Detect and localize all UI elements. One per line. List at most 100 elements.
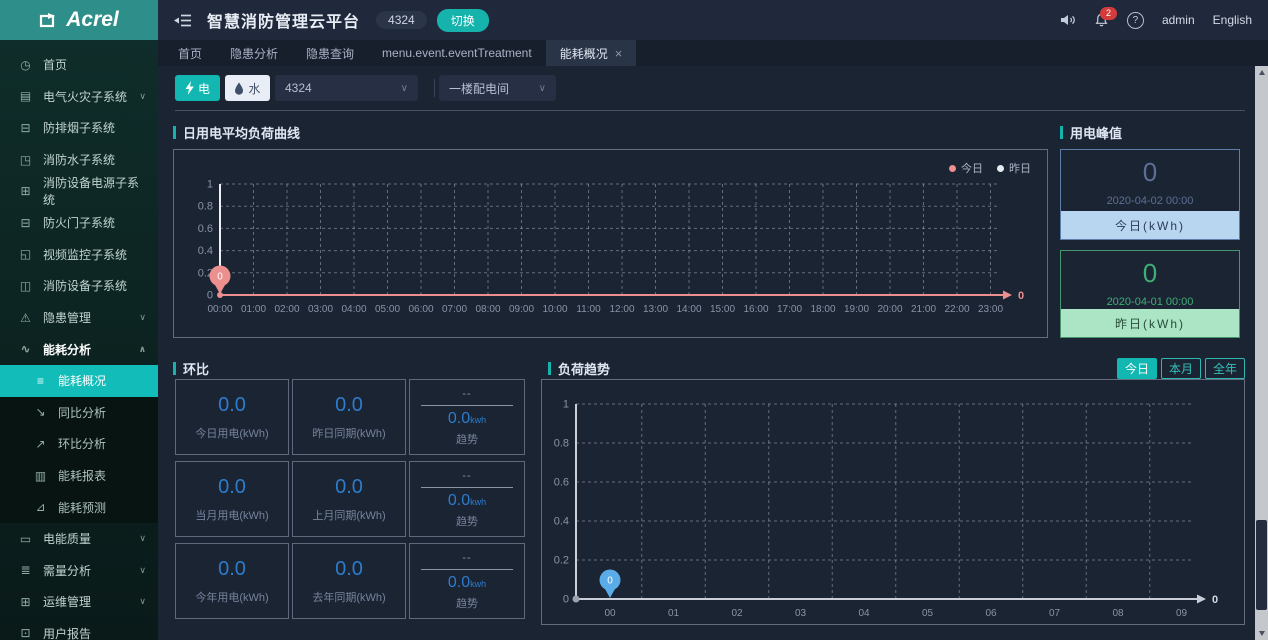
sidebar-item-运维管理[interactable]: ⊞运维管理∨ bbox=[0, 586, 158, 618]
sidebar-item-环比分析[interactable]: ↗环比分析 bbox=[0, 428, 158, 460]
scroll-up-button[interactable] bbox=[1255, 66, 1268, 79]
sidebar-item-消防水子系统[interactable]: ◳消防水子系统 bbox=[0, 144, 158, 176]
ring-label: 去年同期(kWh) bbox=[312, 589, 385, 605]
vertical-scrollbar[interactable] bbox=[1255, 66, 1268, 640]
notifications-bell[interactable]: 2 bbox=[1094, 13, 1109, 28]
trend-dash: -- bbox=[462, 470, 471, 482]
svg-text:0.6: 0.6 bbox=[198, 223, 213, 235]
sidebar-item-防排烟子系统[interactable]: ⊟防排烟子系统 bbox=[0, 112, 158, 144]
forecast-icon: ⊿ bbox=[33, 500, 48, 514]
svg-text:07: 07 bbox=[1049, 608, 1061, 619]
peak-today-value: 0 bbox=[1061, 157, 1239, 188]
svg-text:13:00: 13:00 bbox=[643, 304, 668, 315]
sidebar-item-消防设备电源子系统[interactable]: ⊞消防设备电源子系统 bbox=[0, 175, 158, 207]
sidebar-item-首页[interactable]: ◷首页 bbox=[0, 49, 158, 81]
sidebar-item-能耗分析[interactable]: ∿能耗分析∧ bbox=[0, 333, 158, 365]
sidebar-item-能耗概况[interactable]: ≡ 能耗概况 bbox=[0, 365, 158, 397]
trend-button-全年[interactable]: 全年 bbox=[1205, 358, 1245, 379]
electric-toggle-button[interactable]: 电 bbox=[175, 75, 220, 101]
filter-divider bbox=[434, 79, 435, 97]
station-badge: 4324 bbox=[376, 11, 427, 29]
tab-2[interactable]: 隐患查询 bbox=[292, 40, 368, 66]
speaker-icon[interactable] bbox=[1060, 13, 1076, 27]
sidebar-item-能耗预测[interactable]: ⊿能耗预测 bbox=[0, 491, 158, 523]
svg-text:17:00: 17:00 bbox=[777, 304, 802, 315]
app-root: Acrel 智慧消防管理云平台 4324 切换 2 ? admin bbox=[0, 0, 1268, 640]
sidebar-item-防火门子系统[interactable]: ⊟防火门子系统 bbox=[0, 207, 158, 239]
tab-3[interactable]: menu.event.eventTreatment bbox=[368, 40, 546, 66]
trend-unit: kwh bbox=[470, 497, 486, 507]
trend-unit: kwh bbox=[470, 415, 486, 425]
switch-button[interactable]: 切换 bbox=[437, 9, 489, 32]
username[interactable]: admin bbox=[1162, 13, 1195, 27]
peak-yesterday-label: 昨日(kWh) bbox=[1061, 309, 1239, 337]
demand-icon: ≣ bbox=[18, 563, 33, 577]
svg-text:0: 0 bbox=[1212, 594, 1218, 606]
sidebar-item-电气火灾子系统[interactable]: ▤电气火灾子系统∨ bbox=[0, 81, 158, 113]
water-toggle-button[interactable]: 水 bbox=[225, 75, 270, 101]
legend-item-今日[interactable]: 今日 bbox=[949, 160, 983, 176]
svg-text:10:00: 10:00 bbox=[542, 304, 567, 315]
title-accent-bar bbox=[1060, 126, 1063, 139]
trend-unit: kwh bbox=[470, 579, 486, 589]
tab-4[interactable]: 能耗概况× bbox=[546, 40, 637, 66]
daily-load-chart[interactable]: 00.20.40.60.81000:0001:0002:0003:0004:00… bbox=[174, 150, 1047, 337]
header-right: 2 ? admin English bbox=[1060, 12, 1252, 29]
overview-icon: ≡ bbox=[33, 374, 48, 388]
svg-text:04: 04 bbox=[858, 608, 870, 619]
water-system-icon: ◳ bbox=[18, 153, 33, 167]
language-switch[interactable]: English bbox=[1213, 13, 1252, 27]
trend-dash: -- bbox=[462, 552, 471, 564]
legend-label: 昨日 bbox=[1009, 160, 1031, 176]
tab-0[interactable]: 首页 bbox=[164, 40, 216, 66]
water-drop-icon bbox=[234, 82, 244, 95]
collapse-menu-icon[interactable] bbox=[174, 14, 191, 27]
sidebar-item-能耗报表[interactable]: ▥能耗报表 bbox=[0, 460, 158, 492]
close-tab-icon[interactable]: × bbox=[615, 46, 623, 61]
load-trend-chart[interactable]: 00.20.40.60.810000102030405060708090 bbox=[542, 380, 1244, 624]
sidebar-item-电能质量[interactable]: ▭电能质量∨ bbox=[0, 523, 158, 555]
svg-text:1: 1 bbox=[207, 179, 213, 191]
sidebar-submenu: ≡ 能耗概况 ↘同比分析↗环比分析▥能耗报表⊿能耗预测 bbox=[0, 365, 158, 523]
sidebar-item-隐患管理[interactable]: ⚠隐患管理∨ bbox=[0, 302, 158, 334]
room-select[interactable]: 一楼配电间 ∨ bbox=[439, 75, 556, 101]
sidebar-item-视频监控子系统[interactable]: ◱视频监控子系统 bbox=[0, 239, 158, 271]
chart-icon: ▤ bbox=[18, 89, 33, 103]
sidebar-item-label: 能耗概况 bbox=[58, 372, 106, 389]
chevron-up-icon: ∧ bbox=[139, 344, 146, 355]
daily-load-title: 日用电平均负荷曲线 bbox=[173, 123, 300, 142]
acrel-logo: Acrel bbox=[0, 0, 158, 40]
chevron-down-icon: ∨ bbox=[539, 83, 546, 94]
help-icon[interactable]: ? bbox=[1127, 12, 1144, 29]
scrollbar-thumb[interactable] bbox=[1256, 520, 1267, 610]
station-select[interactable]: 4324 ∨ bbox=[275, 75, 418, 101]
sidebar-item-同比分析[interactable]: ↘同比分析 bbox=[0, 397, 158, 429]
svg-text:0: 0 bbox=[207, 290, 213, 302]
svg-text:20:00: 20:00 bbox=[877, 304, 902, 315]
svg-text:08: 08 bbox=[1112, 608, 1124, 619]
ring-previous-0: 0.0昨日同期(kWh) bbox=[292, 379, 406, 455]
lightning-icon bbox=[185, 81, 194, 95]
sidebar-item-用户报告[interactable]: ⊡用户报告 bbox=[0, 618, 158, 640]
scroll-down-button[interactable] bbox=[1255, 627, 1268, 640]
electric-label: 电 bbox=[198, 80, 210, 97]
sidebar-item-label: 电气火灾子系统 bbox=[43, 88, 127, 105]
station-select-value: 4324 bbox=[285, 81, 312, 95]
sidebar-item-需量分析[interactable]: ≣需量分析∨ bbox=[0, 555, 158, 587]
sidebar-item-消防设备子系统[interactable]: ◫消防设备子系统 bbox=[0, 270, 158, 302]
tab-label: 隐患分析 bbox=[230, 45, 278, 62]
ring-label: 上月同期(kWh) bbox=[312, 507, 385, 523]
trend-divider bbox=[421, 405, 513, 406]
legend-item-昨日[interactable]: 昨日 bbox=[997, 160, 1031, 176]
svg-text:0.6: 0.6 bbox=[554, 477, 569, 489]
trend-button-今日[interactable]: 今日 bbox=[1117, 358, 1157, 379]
sidebar-item-label: 需量分析 bbox=[43, 562, 91, 579]
tab-1[interactable]: 隐患分析 bbox=[216, 40, 292, 66]
ring-trend-0: --0.0kwh趋势 bbox=[409, 379, 525, 455]
sidebar-item-label: 首页 bbox=[43, 56, 67, 73]
trend-button-本月[interactable]: 本月 bbox=[1161, 358, 1201, 379]
trend-label: 趋势 bbox=[456, 513, 478, 529]
svg-text:03: 03 bbox=[795, 608, 807, 619]
svg-text:0: 0 bbox=[217, 272, 223, 283]
tab-label: 隐患查询 bbox=[306, 45, 354, 62]
